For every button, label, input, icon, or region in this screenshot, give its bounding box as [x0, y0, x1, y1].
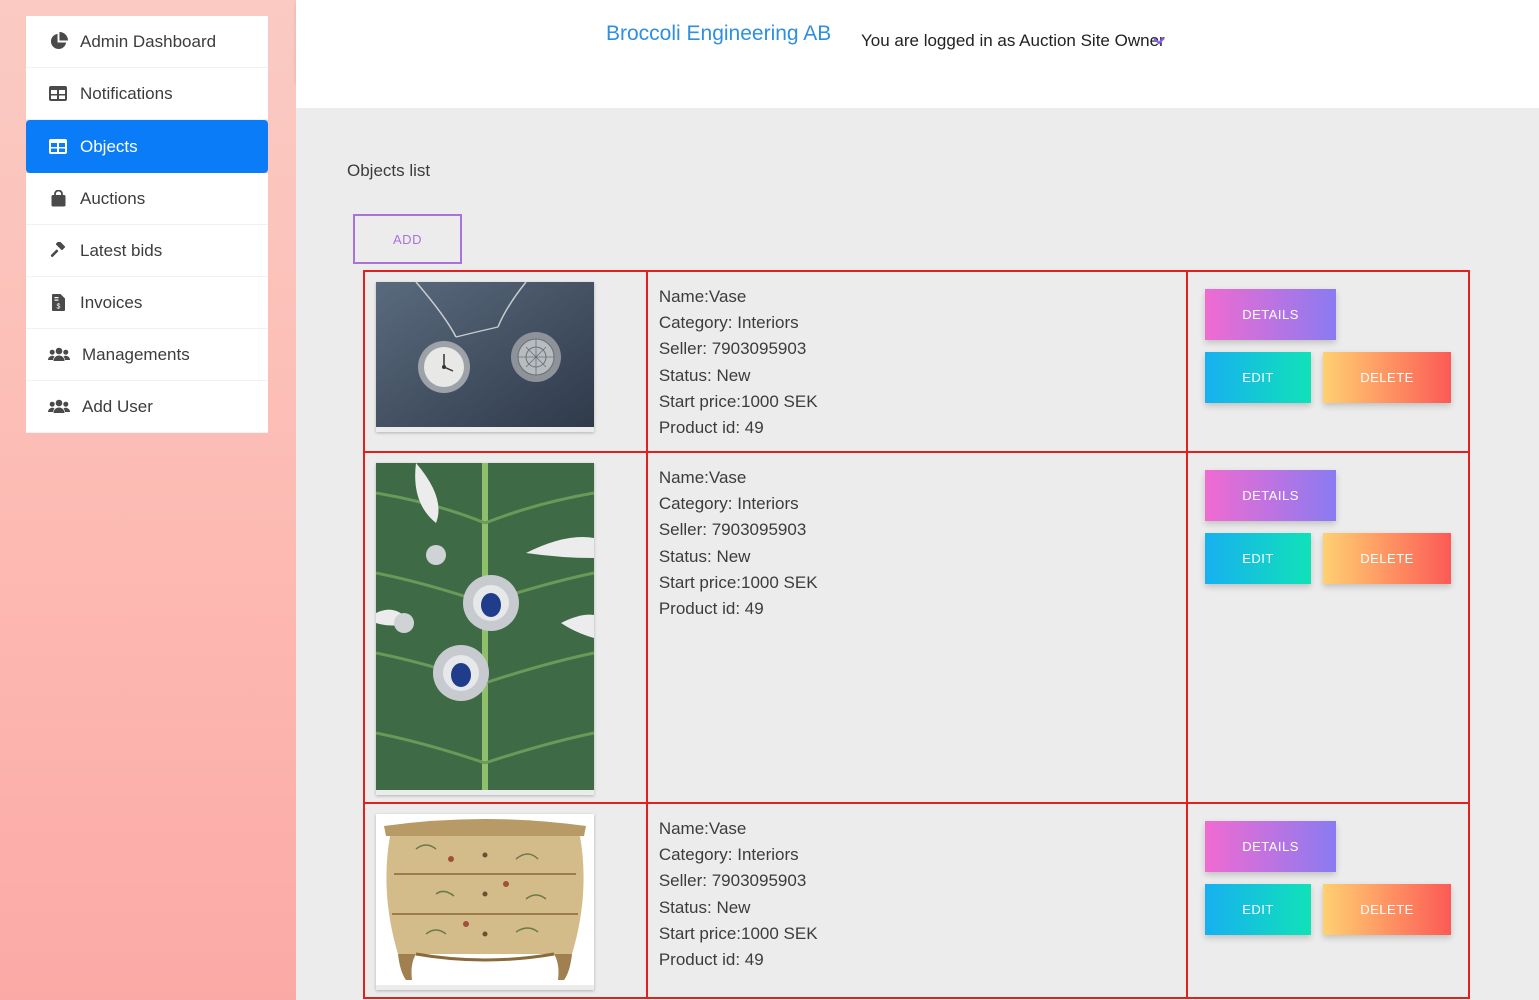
delete-button[interactable]: DELETE — [1323, 884, 1452, 935]
gavel-icon — [48, 241, 68, 261]
object-status: Status: New — [658, 546, 751, 566]
object-seller: Seller: 7903095903 — [658, 520, 807, 540]
object-seller: Seller: 7903095903 — [658, 339, 807, 359]
object-product-id: Product id: 49 — [658, 418, 764, 438]
earrings-on-leaf-image — [376, 463, 594, 790]
details-button[interactable]: DETAILS — [1205, 289, 1337, 340]
image-cell — [363, 270, 648, 453]
sidebar-item-label: Latest bids — [80, 240, 163, 260]
sidebar: Admin Dashboard Notifications Objects Au… — [0, 0, 296, 1000]
shopping-bag-icon — [48, 189, 68, 209]
actions-cell: DETAILS EDIT DELETE — [1186, 451, 1470, 804]
object-start-price: Start price:1000 SEK — [658, 572, 818, 592]
sidebar-item-label: Add User — [82, 396, 153, 416]
pie-chart-icon — [48, 32, 68, 52]
page-title: Objects list — [347, 161, 431, 180]
object-status: Status: New — [658, 897, 751, 917]
details-button[interactable]: DETAILS — [1205, 470, 1337, 521]
action-row: EDIT DELETE — [1205, 533, 1468, 584]
sidebar-nav: Admin Dashboard Notifications Objects Au… — [26, 16, 268, 433]
edit-button[interactable]: EDIT — [1205, 533, 1312, 584]
top-header: Broccoli Engineering AB You are logged i… — [296, 0, 1539, 82]
object-name: Name:Vase — [658, 468, 747, 487]
brand-link[interactable]: Broccoli Engineering AB — [606, 22, 831, 46]
object-name: Name:Vase — [658, 819, 747, 838]
product-image[interactable] — [376, 463, 594, 795]
sidebar-item-add-user[interactable]: Add User — [26, 381, 268, 433]
logged-in-user[interactable]: You are logged in as Auction Site Owner — [861, 31, 1165, 51]
object-product-id: Product id: 49 — [658, 599, 764, 619]
object-status: Status: New — [658, 365, 751, 385]
sidebar-item-label: Managements — [82, 344, 190, 364]
actions-cell: DETAILS EDIT DELETE — [1186, 270, 1470, 453]
chevron-down-icon[interactable] — [1153, 37, 1165, 45]
sidebar-item-label: Invoices — [80, 292, 143, 312]
object-start-price: Start price:1000 SEK — [658, 391, 818, 411]
sidebar-item-label: Objects — [80, 136, 138, 156]
sidebar-item-auctions[interactable]: Auctions — [26, 173, 268, 225]
action-row: EDIT DELETE — [1205, 352, 1468, 403]
sidebar-item-admin-dashboard[interactable]: Admin Dashboard — [26, 16, 268, 68]
sidebar-item-label: Admin Dashboard — [80, 31, 217, 51]
product-image[interactable] — [376, 814, 594, 990]
sidebar-item-invoices[interactable]: $ Invoices — [26, 277, 268, 329]
header-subbar — [296, 82, 1539, 108]
details-button[interactable]: DETAILS — [1205, 821, 1337, 872]
object-name: Name:Vase — [658, 287, 747, 306]
sidebar-item-objects[interactable]: Objects — [26, 120, 268, 173]
product-image[interactable] — [376, 282, 594, 432]
users-icon — [48, 397, 70, 417]
edit-button[interactable]: EDIT — [1205, 884, 1312, 935]
object-seller: Seller: 7903095903 — [658, 871, 807, 891]
users-icon — [48, 345, 70, 365]
image-cell — [363, 802, 648, 999]
add-object-button[interactable]: ADD — [353, 214, 462, 264]
sidebar-item-label: Auctions — [80, 188, 146, 208]
sidebar-item-notifications[interactable]: Notifications — [26, 68, 268, 120]
painted-dresser-image — [376, 814, 594, 985]
object-category: Category: Interiors — [658, 494, 799, 514]
table-row: Name:Vase Category: Interiors Seller: 79… — [363, 270, 1470, 453]
image-cell — [363, 451, 648, 804]
action-row: EDIT DELETE — [1205, 884, 1468, 935]
sidebar-item-latest-bids[interactable]: Latest bids — [26, 225, 268, 277]
table-row: Name:Vase Category: Interiors Seller: 79… — [363, 802, 1470, 999]
info-cell: Name:Vase Category: Interiors Seller: 79… — [645, 270, 1189, 453]
info-cell: Name:Vase Category: Interiors Seller: 79… — [645, 451, 1189, 804]
table-row: Name:Vase Category: Interiors Seller: 79… — [363, 451, 1470, 804]
objects-table: Name:Vase Category: Interiors Seller: 79… — [363, 270, 1470, 999]
object-category: Category: Interiors — [658, 845, 799, 865]
object-category: Category: Interiors — [658, 313, 799, 333]
sidebar-item-label: Notifications — [80, 83, 173, 103]
actions-cell: DETAILS EDIT DELETE — [1186, 802, 1470, 999]
object-start-price: Start price:1000 SEK — [658, 923, 818, 943]
edit-button[interactable]: EDIT — [1205, 352, 1312, 403]
svg-text:$: $ — [56, 304, 60, 311]
info-cell: Name:Vase Category: Interiors Seller: 79… — [645, 802, 1189, 999]
table-icon — [48, 84, 68, 104]
delete-button[interactable]: DELETE — [1323, 533, 1452, 584]
pocket-watches-image — [376, 282, 594, 427]
invoice-icon: $ — [48, 293, 68, 313]
delete-button[interactable]: DELETE — [1323, 352, 1452, 403]
sidebar-item-managements[interactable]: Managements — [26, 329, 268, 381]
object-product-id: Product id: 49 — [658, 950, 764, 970]
table-icon — [48, 137, 68, 157]
